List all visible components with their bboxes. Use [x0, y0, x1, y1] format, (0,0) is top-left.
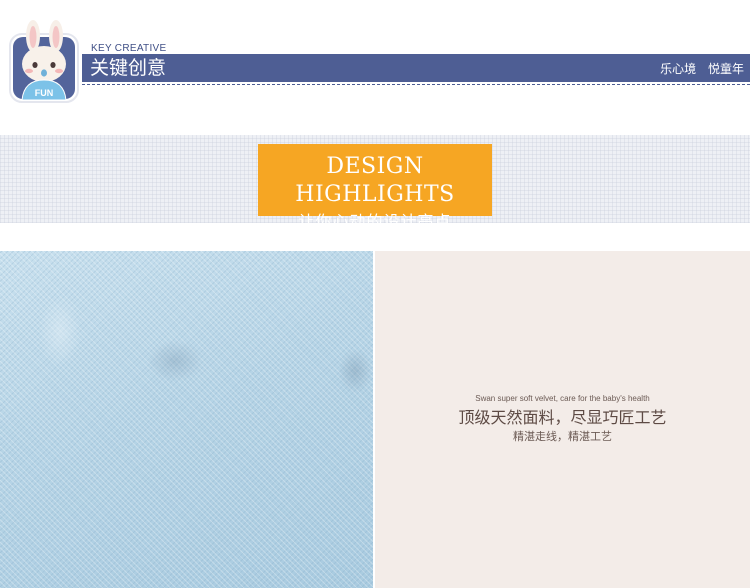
tagline-left: 乐心境	[660, 62, 697, 76]
section-kicker: KEY CREATIVE	[91, 43, 167, 54]
highlight-badge: DESIGN HIGHLIGHTS 让你心动的设计亮点	[258, 144, 492, 231]
title-bar-stitch	[82, 84, 750, 85]
feature-subtitle: 精湛走线，精湛工艺	[513, 430, 612, 443]
section-title: 关键创意	[90, 57, 167, 79]
feature-title: 顶级天然面料，尽显巧匠工艺	[458, 408, 667, 427]
fabric-photo	[0, 251, 373, 588]
tagline: 乐心境 悦童年	[652, 61, 744, 77]
highlight-title: DESIGN HIGHLIGHTS	[295, 154, 455, 207]
bunny-logo-icon: FUN	[8, 18, 80, 104]
title-bar	[82, 54, 750, 82]
logo-text: FUN	[35, 88, 54, 98]
feature-english: Swan super soft velvet, care for the bab…	[475, 394, 650, 403]
feature-panel: Swan super soft velvet, care for the bab…	[375, 251, 750, 588]
highlight-subtitle: 让你心动的设计亮点	[298, 212, 452, 231]
header-banner: FUN KEY CREATIVE 关键创意 乐心境 悦童年	[0, 0, 750, 120]
tagline-right: 悦童年	[707, 62, 744, 76]
